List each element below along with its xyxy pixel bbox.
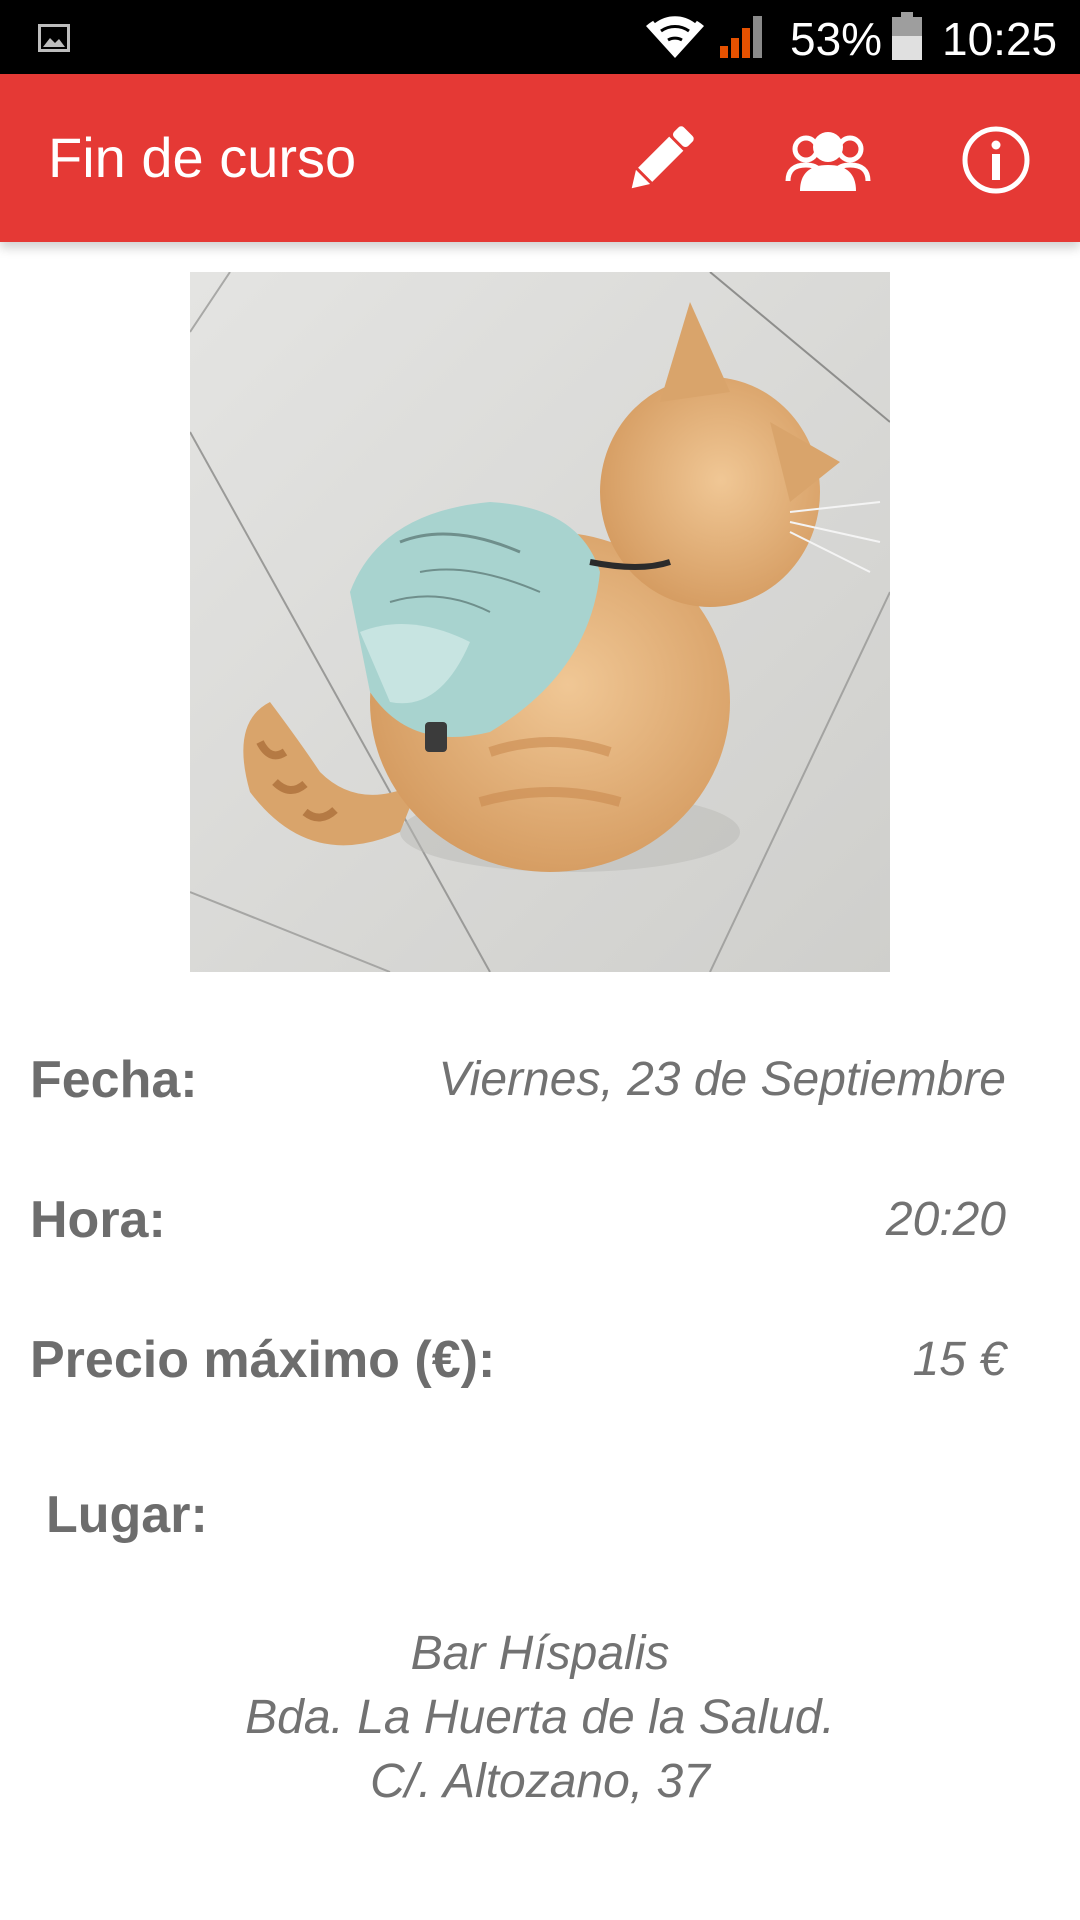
app-bar: Fin de curso — [0, 74, 1080, 242]
group-icon — [785, 132, 871, 191]
signal-icon — [720, 16, 762, 58]
hora-label: Hora: — [30, 1191, 166, 1249]
hora-value: 20:20 — [885, 1193, 1006, 1246]
lugar-label: Lugar: — [46, 1486, 208, 1544]
page-title: Fin de curso — [48, 126, 357, 189]
address-line: Bar Híspalis — [410, 1627, 670, 1680]
address-line: C/. Altozano, 37 — [370, 1755, 710, 1808]
lugar-address: Bar Híspalis Bda. La Huerta de la Salud.… — [0, 1622, 1080, 1814]
event-image — [190, 272, 890, 972]
pencil-icon — [631, 126, 694, 189]
wifi-icon — [646, 13, 704, 58]
info-icon — [962, 126, 1030, 194]
fecha-value: Viernes, 23 de Septiembre — [438, 1053, 1006, 1106]
battery-percent: 53% — [790, 13, 883, 65]
fecha-label: Fecha: — [30, 1051, 198, 1109]
gallery-icon — [38, 24, 70, 52]
info-button[interactable] — [952, 116, 1040, 204]
cat-with-backpack-image — [190, 272, 890, 972]
edit-button[interactable] — [616, 116, 704, 204]
status-clock: 10:25 — [942, 13, 1058, 65]
precio-label: Precio máximo (€): — [30, 1331, 496, 1389]
address-line: Bda. La Huerta de la Salud. — [245, 1691, 835, 1744]
status-bar: 53% 10:25 — [0, 0, 1080, 74]
battery-icon — [892, 12, 922, 60]
precio-value: 15 € — [912, 1333, 1006, 1386]
participants-button[interactable] — [784, 116, 872, 204]
